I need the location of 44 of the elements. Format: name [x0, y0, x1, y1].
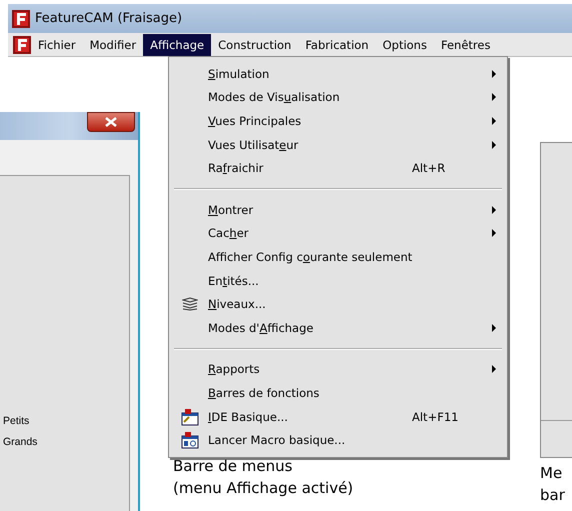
menu-item[interactable]: IDE Basique... Alt+F11 — [172, 404, 504, 428]
menu-title[interactable]: Fabrication — [298, 34, 376, 56]
submenu-arrow-icon — [492, 140, 496, 149]
menu-item[interactable]: Montrer — [172, 198, 504, 222]
menu-item[interactable]: Cacher — [172, 222, 504, 246]
menu-item[interactable]: Rapports — [172, 358, 504, 382]
submenu-arrow-icon — [492, 206, 496, 214]
app-logo-icon — [12, 10, 30, 28]
option-label: Grands — [2, 436, 38, 450]
submenu-arrow-icon — [492, 229, 496, 238]
caption: (menu Affichage activé) — [173, 479, 354, 497]
submenu-arrow-icon — [492, 70, 496, 78]
app-logo-icon — [13, 36, 31, 54]
menu-title[interactable]: Options — [376, 34, 434, 56]
submenu-arrow-icon — [492, 365, 496, 374]
program-window-icon — [181, 431, 199, 450]
window-title: FeatureCAM (Fraisage) — [35, 11, 182, 26]
menu-title[interactable]: Construction — [211, 34, 298, 56]
submenu-arrow-icon — [492, 117, 496, 126]
submenu-arrow-icon — [492, 324, 496, 332]
menu-item[interactable]: Vues Principales — [172, 109, 504, 133]
menu-item[interactable]: Barres de fonctions — [172, 381, 504, 405]
menu-title[interactable]: Affichage — [143, 34, 212, 56]
submenu-arrow-icon — [492, 93, 496, 102]
caption: bar — [540, 486, 565, 504]
close-icon — [105, 117, 117, 127]
menu-title[interactable]: Modifier — [82, 34, 144, 56]
menu-item[interactable]: Simulation — [172, 62, 504, 86]
menu-title[interactable]: Fichier — [31, 34, 83, 56]
menu-item[interactable]: Rafraichir Alt+R — [172, 156, 504, 180]
menu-item[interactable]: Modes d'Affichage — [172, 316, 504, 340]
close-button[interactable] — [87, 112, 135, 132]
caption: Barre de menus — [173, 457, 292, 475]
menu-item[interactable]: Afficher Config courante seulement — [172, 245, 504, 269]
menu-item[interactable]: Entités... — [172, 268, 504, 292]
menu-item[interactable]: Lancer Macro basique... — [172, 428, 504, 452]
caption: Me — [540, 464, 562, 482]
menu-title[interactable]: Fenêtres — [434, 34, 498, 56]
menu-item[interactable]: Niveaux... — [172, 292, 504, 316]
menu-item[interactable]: Modes de Visualisation — [172, 86, 504, 110]
layers-icon — [182, 297, 198, 312]
menu-item[interactable]: Vues Utilisateur — [172, 132, 504, 156]
program-window-icon — [181, 408, 199, 426]
option-label: Petits — [2, 415, 30, 429]
